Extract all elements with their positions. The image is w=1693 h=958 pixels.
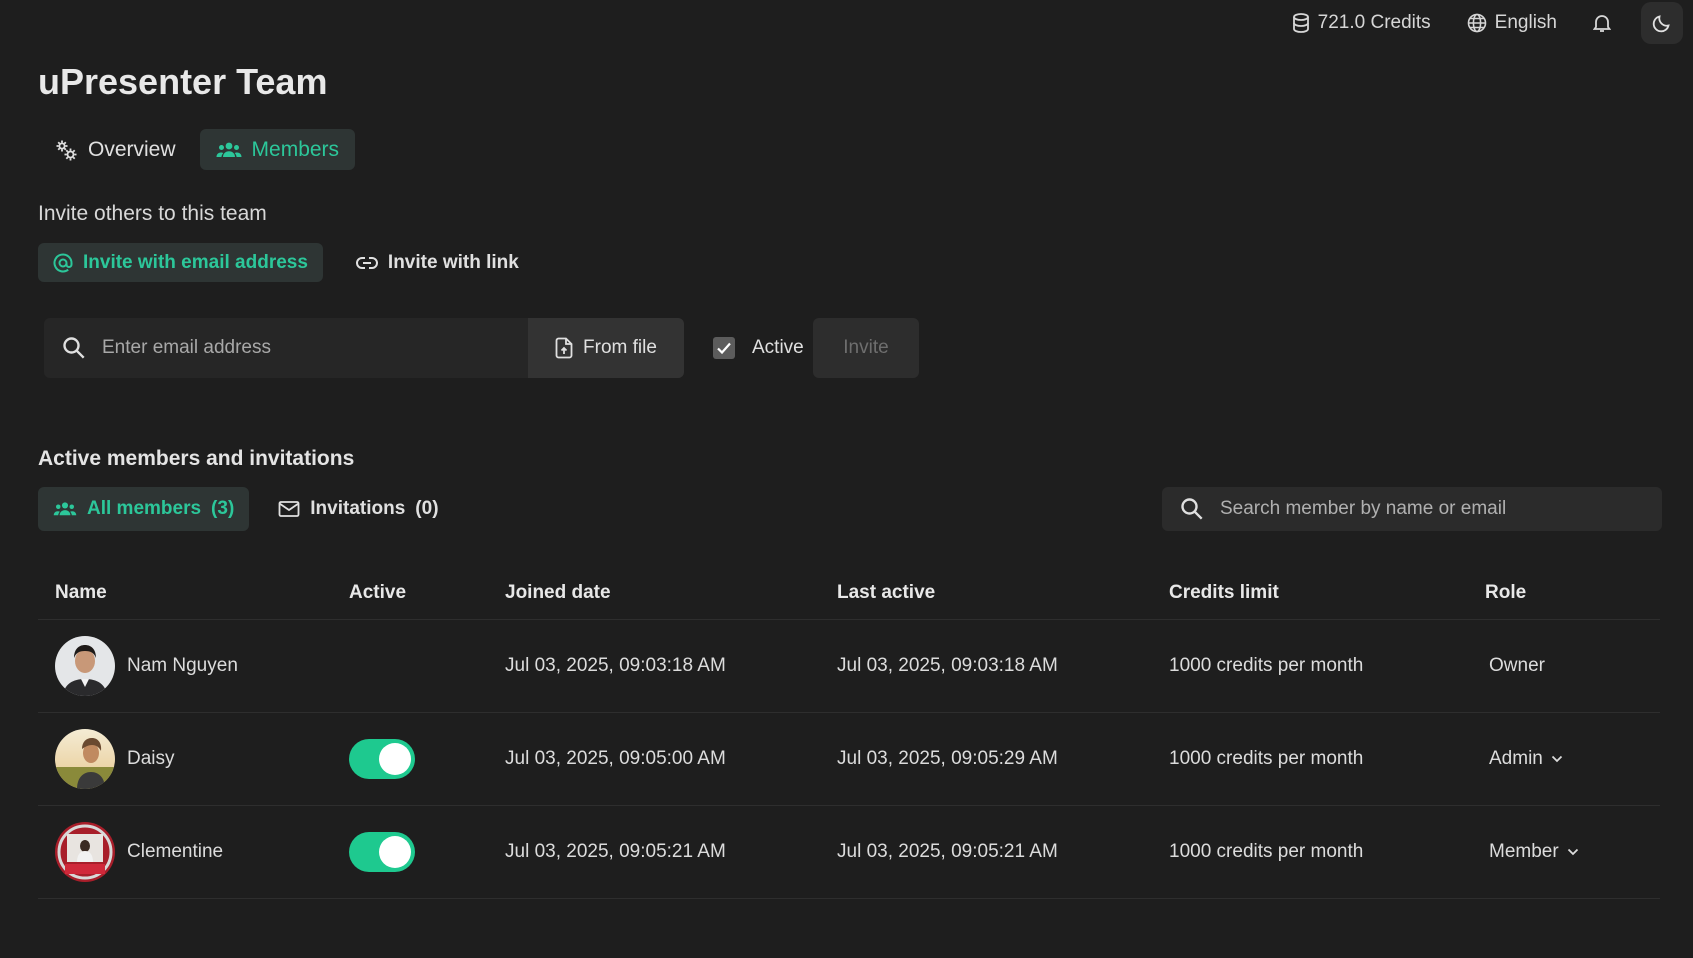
file-upload-icon — [555, 337, 573, 359]
invite-heading: Invite others to this team — [38, 202, 267, 225]
invite-button[interactable]: Invite — [813, 318, 919, 378]
member-name: Daisy — [127, 748, 175, 769]
members-section-title: Active members and invitations — [38, 447, 355, 470]
chevron-down-icon — [1567, 848, 1579, 856]
column-header-active[interactable]: Active — [332, 582, 488, 604]
member-role: Owner — [1468, 655, 1660, 677]
mail-icon — [278, 500, 300, 518]
invite-link-tab[interactable]: Invite with link — [341, 243, 534, 282]
filter-all-members[interactable]: All members (3) — [38, 487, 250, 531]
from-file-button[interactable]: From file — [528, 318, 684, 378]
filter-invitations-label: Invitations — [310, 498, 406, 519]
member-name-cell: Clementine — [38, 822, 332, 882]
avatar — [55, 822, 115, 882]
member-role-label: Member — [1489, 841, 1559, 862]
at-icon — [53, 253, 73, 273]
member-active-cell — [332, 739, 488, 779]
avatar — [55, 729, 115, 789]
email-input[interactable] — [86, 318, 528, 378]
member-joined-date: Jul 03, 2025, 09:05:21 AM — [505, 841, 726, 862]
database-icon — [1292, 13, 1310, 33]
member-search-box — [1162, 487, 1662, 531]
tab-overview-label: Overview — [88, 137, 176, 161]
member-credits-limit: 1000 credits per month — [1169, 655, 1364, 676]
chevron-down-icon — [1551, 755, 1563, 763]
member-last-active: Jul 03, 2025, 09:05:21 AM — [837, 841, 1058, 862]
active-checkbox-label: Active — [752, 337, 804, 358]
table-row: Nam Nguyen Jul 03, 2025, 09:03:18 AM Jul… — [38, 620, 1660, 713]
toggle-knob — [379, 743, 411, 775]
active-toggle[interactable] — [349, 739, 415, 779]
avatar — [55, 636, 115, 696]
bell-icon — [1593, 13, 1611, 33]
member-credits-limit: 1000 credits per month — [1169, 748, 1364, 769]
table-row: Clementine Jul 03, 2025, 09:05:21 AM Jul… — [38, 806, 1660, 899]
tab-members[interactable]: Members — [199, 129, 356, 170]
link-icon — [355, 256, 378, 270]
member-filter-tabs: All members (3) Invitations (0) — [38, 487, 454, 531]
member-name: Nam Nguyen — [127, 655, 238, 676]
language-label: English — [1494, 12, 1557, 33]
column-header-credits[interactable]: Credits limit — [1152, 582, 1468, 604]
member-name-cell: Daisy — [38, 729, 332, 789]
top-bar: 721.0 Credits English — [1292, 0, 1693, 46]
check-icon — [716, 341, 732, 355]
tab-overview[interactable]: Overview — [38, 129, 192, 170]
column-header-joined[interactable]: Joined date — [488, 582, 820, 604]
filter-invitations-count: (0) — [415, 498, 439, 519]
theme-toggle-button[interactable] — [1641, 2, 1683, 44]
invite-email-label: Invite with email address — [83, 251, 308, 273]
page-title: uPresenter Team — [38, 61, 328, 102]
moon-icon — [1652, 13, 1672, 33]
notifications-button[interactable] — [1593, 13, 1611, 33]
filter-all-members-label: All members — [87, 498, 202, 519]
member-name: Clementine — [127, 841, 224, 862]
member-last-active: Jul 03, 2025, 09:05:29 AM — [837, 748, 1058, 769]
active-checkbox-group: Active — [713, 337, 804, 359]
toggle-knob — [379, 836, 411, 868]
users-icon — [216, 140, 242, 160]
column-header-last-active[interactable]: Last active — [820, 582, 1152, 604]
users-icon — [53, 500, 77, 518]
invite-mode-tabs: Invite with email address Invite with li… — [38, 243, 534, 282]
member-last-active: Jul 03, 2025, 09:03:18 AM — [837, 655, 1058, 676]
search-icon — [62, 336, 86, 360]
gears-icon — [54, 138, 78, 162]
table-row: Daisy Jul 03, 2025, 09:05:00 AM Jul 03, … — [38, 713, 1660, 806]
active-toggle[interactable] — [349, 832, 415, 872]
credits-label: 721.0 Credits — [1317, 12, 1431, 33]
member-active-cell — [332, 832, 488, 872]
from-file-label: From file — [583, 337, 657, 358]
invite-link-label: Invite with link — [387, 251, 519, 273]
member-role-label: Owner — [1489, 655, 1545, 676]
credits-indicator[interactable]: 721.0 Credits — [1292, 12, 1431, 34]
table-header: Name Active Joined date Last active Cred… — [38, 567, 1660, 620]
filter-invitations[interactable]: Invitations (0) — [263, 487, 453, 531]
tab-members-label: Members — [251, 137, 340, 161]
member-role-dropdown[interactable]: Member — [1468, 841, 1660, 863]
active-checkbox[interactable] — [713, 337, 735, 359]
language-selector[interactable]: English — [1467, 12, 1557, 34]
member-joined-date: Jul 03, 2025, 09:03:18 AM — [505, 655, 726, 676]
invite-email-tab[interactable]: Invite with email address — [38, 243, 323, 282]
member-role-label: Admin — [1489, 748, 1543, 769]
filter-all-members-count: (3) — [211, 498, 235, 519]
column-header-role[interactable]: Role — [1468, 582, 1660, 604]
search-icon — [1180, 497, 1204, 521]
member-joined-date: Jul 03, 2025, 09:05:00 AM — [505, 748, 726, 769]
globe-icon — [1467, 13, 1487, 33]
page-tabs: Overview Members — [38, 129, 356, 170]
email-invite-box: From file — [44, 318, 684, 378]
member-name-cell: Nam Nguyen — [38, 636, 332, 696]
members-table: Name Active Joined date Last active Cred… — [38, 567, 1660, 899]
member-role-dropdown[interactable]: Admin — [1468, 748, 1660, 770]
member-search-input[interactable] — [1204, 498, 1662, 520]
column-header-name[interactable]: Name — [38, 582, 332, 604]
member-credits-limit: 1000 credits per month — [1169, 841, 1364, 862]
